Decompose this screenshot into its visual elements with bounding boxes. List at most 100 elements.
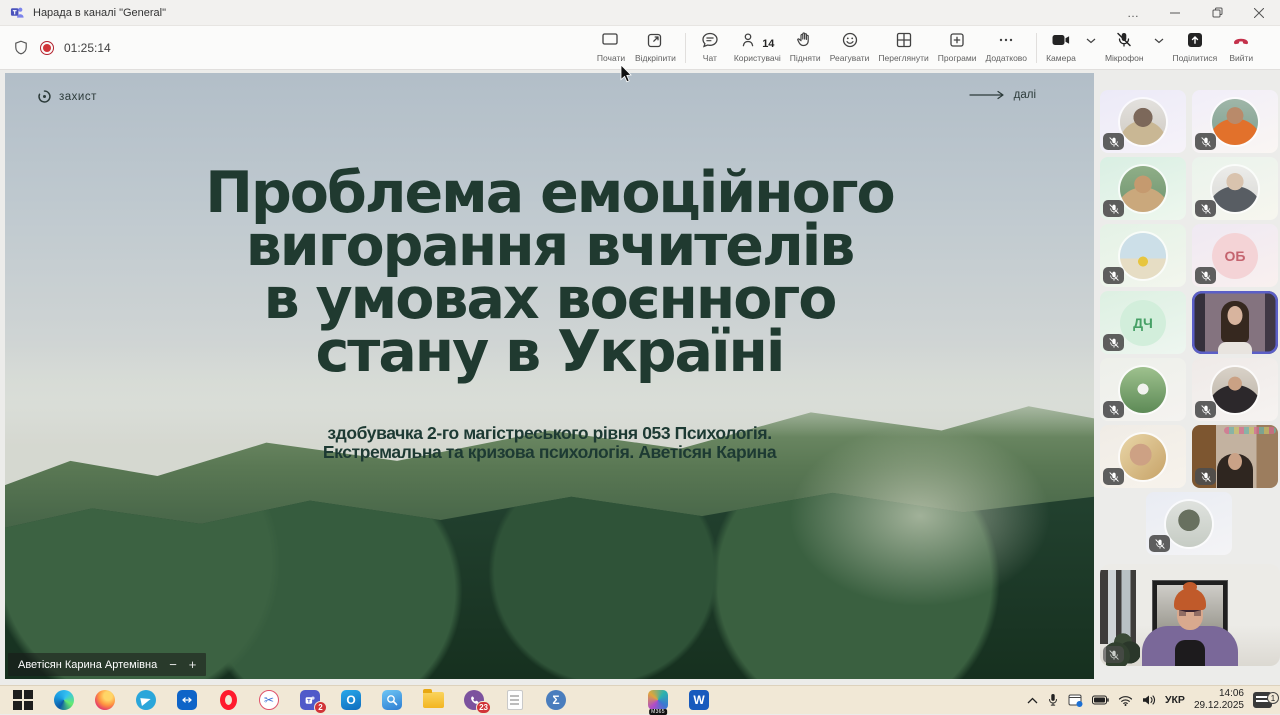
people-icon [740,30,760,50]
tray-battery-icon[interactable] [1092,695,1109,705]
copilot-badge: M365 [649,709,667,715]
participant-tile[interactable] [1192,90,1278,153]
shared-screen-stage: захист далі Проблема емоційного вигоранн… [5,73,1094,679]
teams-notification-badge: 2 [314,701,327,714]
presenter-name-chip: Аветісян Карина Артемівна − + [8,653,206,676]
participant-tile[interactable] [1192,358,1278,421]
avatar [1166,501,1212,547]
minimize-button[interactable] [1154,0,1196,25]
copilot-app-icon[interactable]: M365 [647,689,669,711]
share-button[interactable]: Поділитися [1173,30,1218,63]
screen-share-icon [601,30,621,50]
meeting-timer: 01:25:14 [64,41,111,55]
participant-tile[interactable] [1146,492,1232,555]
mic-button[interactable]: Мікрофон [1105,30,1144,63]
participant-tile[interactable] [1100,425,1186,488]
video-person-hair-bun [1183,582,1197,592]
file-explorer-icon[interactable] [422,689,444,711]
opera-app-icon[interactable] [217,689,239,711]
meeting-toolbar: 01:25:14 Почати Відкріпити Чат 14 Корист… [0,26,1280,70]
slide-subtitle-line: здобувачка 2-го магістреського рівня 053… [5,424,1094,443]
firefox-app-icon[interactable] [94,689,116,711]
start-button[interactable] [12,689,34,711]
mic-muted-badge [1103,468,1124,485]
people-button[interactable]: 14 Користувачі [734,30,781,63]
tray-volume-icon[interactable] [1142,694,1156,706]
math-app-icon[interactable]: Σ [545,689,567,711]
popout-button[interactable]: Відкріпити [635,30,676,63]
search-app-icon[interactable] [381,689,403,711]
participant-tile[interactable] [1100,157,1186,220]
camera-options-chevron[interactable] [1086,38,1096,44]
telegram-app-icon[interactable] [135,689,157,711]
self-video-tile[interactable] [1100,564,1280,666]
minimize-icon [1170,8,1180,18]
participant-tile[interactable]: ОБ [1192,224,1278,287]
mic-muted-badge [1195,401,1216,418]
participant-tile[interactable] [1100,358,1186,421]
avatar [1120,434,1166,480]
viber-app-icon[interactable]: 23 [463,689,485,711]
tray-teams-window-icon[interactable] [1068,694,1083,707]
word-app-icon[interactable]: W [688,689,710,711]
participant-tile[interactable] [1100,224,1186,287]
video-room-lights [1224,427,1276,434]
speaker-icon [1142,694,1156,706]
leave-button[interactable]: Вийти [1226,30,1256,63]
titlebar-more-button[interactable]: … [1112,0,1154,25]
brand-logo-icon [37,89,52,104]
mic-muted-icon [1114,30,1134,50]
slide-subtitle-line: Екстремальна та кризова психологія. Авет… [5,443,1094,462]
close-button[interactable] [1238,0,1280,25]
tray-mic-icon[interactable] [1047,693,1059,707]
participant-tile[interactable] [1100,90,1186,153]
chat-button[interactable]: Чат [695,30,725,63]
teamviewer-app-icon[interactable] [176,689,198,711]
mic-muted-badge [1103,133,1124,150]
notepad-app-icon[interactable] [504,689,526,711]
tray-wifi-icon[interactable] [1118,695,1133,706]
meeting-main-area: захист далі Проблема емоційного вигоранн… [0,70,1280,685]
camera-button[interactable]: Камера [1046,30,1076,63]
tray-chevron-up[interactable] [1027,697,1038,704]
share-start-button[interactable]: Почати [596,30,626,63]
react-button[interactable]: Реагувати [830,30,870,63]
windows-logo-icon [13,690,33,710]
avatar [1120,166,1166,212]
avatar [1212,166,1258,212]
participant-tile[interactable]: ДЧ [1100,291,1186,354]
teams-app-icon[interactable]: 2 [299,689,321,711]
add-app-icon [947,30,967,50]
window-titlebar: Нарада в каналі "General" … [0,0,1280,26]
snip-app-icon[interactable]: ✂ [258,689,280,711]
mic-muted-badge [1103,200,1124,217]
participant-tile[interactable] [1192,157,1278,220]
raise-hand-button[interactable]: Підняти [790,30,821,63]
mic-options-chevron[interactable] [1154,38,1164,44]
video-person-face [1228,306,1243,325]
outlook-app-icon[interactable]: O [340,689,362,711]
tray-time: 14:06 [1194,688,1244,700]
toolbar-divider [685,33,686,63]
chevron-down-icon [1154,38,1164,44]
edge-app-icon[interactable] [53,689,75,711]
zoom-out-button[interactable]: − [169,657,177,672]
apps-button[interactable]: Програми [938,30,977,63]
more-button[interactable]: Додатково [985,30,1026,63]
taskbar-icons: ✂ 2 O 23 Σ M365 W [12,689,710,711]
active-speaker-tile[interactable] [1192,291,1278,354]
window-controls: … [1112,0,1280,25]
participant-video-tile[interactable] [1192,425,1278,488]
restore-button[interactable] [1196,0,1238,25]
slide-subtitle: здобувачка 2-го магістреського рівня 053… [5,424,1094,462]
grid-view-icon [894,30,914,50]
tray-clock[interactable]: 14:06 29.12.2025 [1194,688,1244,712]
system-tray: УКР 14:06 29.12.2025 1 [1027,688,1272,712]
mic-muted-badge [1195,133,1216,150]
avatar-initials: ДЧ [1120,300,1166,346]
zoom-in-button[interactable]: + [189,657,197,672]
video-person-glasses [1179,610,1201,616]
tray-language[interactable]: УКР [1165,694,1185,706]
view-button[interactable]: Переглянути [878,30,928,63]
notification-center-button[interactable]: 1 [1253,692,1272,708]
